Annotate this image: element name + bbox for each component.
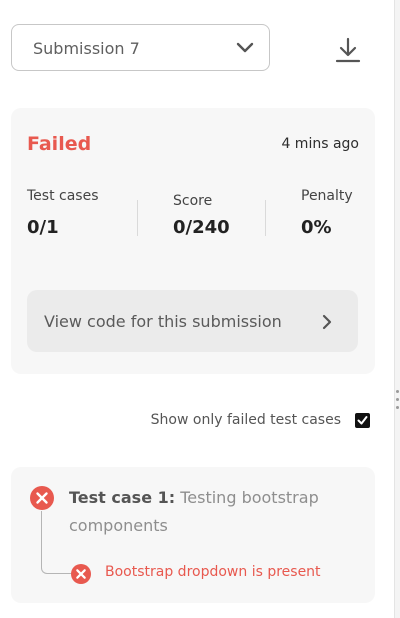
chevron-right-icon — [322, 314, 332, 330]
test-case-title: Test case 1: Testing bootstrap component… — [69, 484, 359, 540]
penalty-value: 0% — [301, 217, 332, 238]
sub-test-label: Bootstrap dropdown is present — [105, 564, 321, 580]
submission-select-value: Submission 7 — [33, 39, 140, 58]
stat-divider — [265, 200, 266, 236]
view-code-label: View code for this submission — [44, 312, 282, 331]
penalty-label: Penalty — [301, 188, 353, 204]
error-x-icon — [30, 486, 54, 510]
score-value: 0/240 — [173, 217, 230, 238]
view-code-button[interactable]: View code for this submission — [27, 290, 358, 352]
test-cases-label: Test cases — [27, 188, 99, 204]
side-panel-edge — [394, 0, 400, 618]
stat-divider — [137, 200, 138, 236]
status-label: Failed — [27, 133, 92, 155]
failed-only-checkbox[interactable] — [355, 413, 370, 428]
score-label: Score — [173, 193, 213, 209]
test-case-number: Test case 1: — [69, 488, 176, 507]
test-case-card[interactable]: Test case 1: Testing bootstrap component… — [11, 467, 375, 603]
submission-time: 4 mins ago — [281, 136, 359, 152]
submission-select[interactable]: Submission 7 — [11, 24, 270, 71]
error-x-icon — [71, 564, 91, 584]
resize-handle[interactable] — [396, 390, 400, 430]
submission-result-card: Failed 4 mins ago Test cases 0/1 Score 0… — [11, 108, 375, 374]
test-cases-value: 0/1 — [27, 217, 59, 238]
check-icon — [357, 416, 368, 425]
chevron-down-icon — [236, 42, 254, 53]
filter-label: Show only failed test cases — [150, 412, 341, 428]
tree-connector — [41, 511, 72, 574]
download-icon[interactable] — [334, 36, 362, 64]
